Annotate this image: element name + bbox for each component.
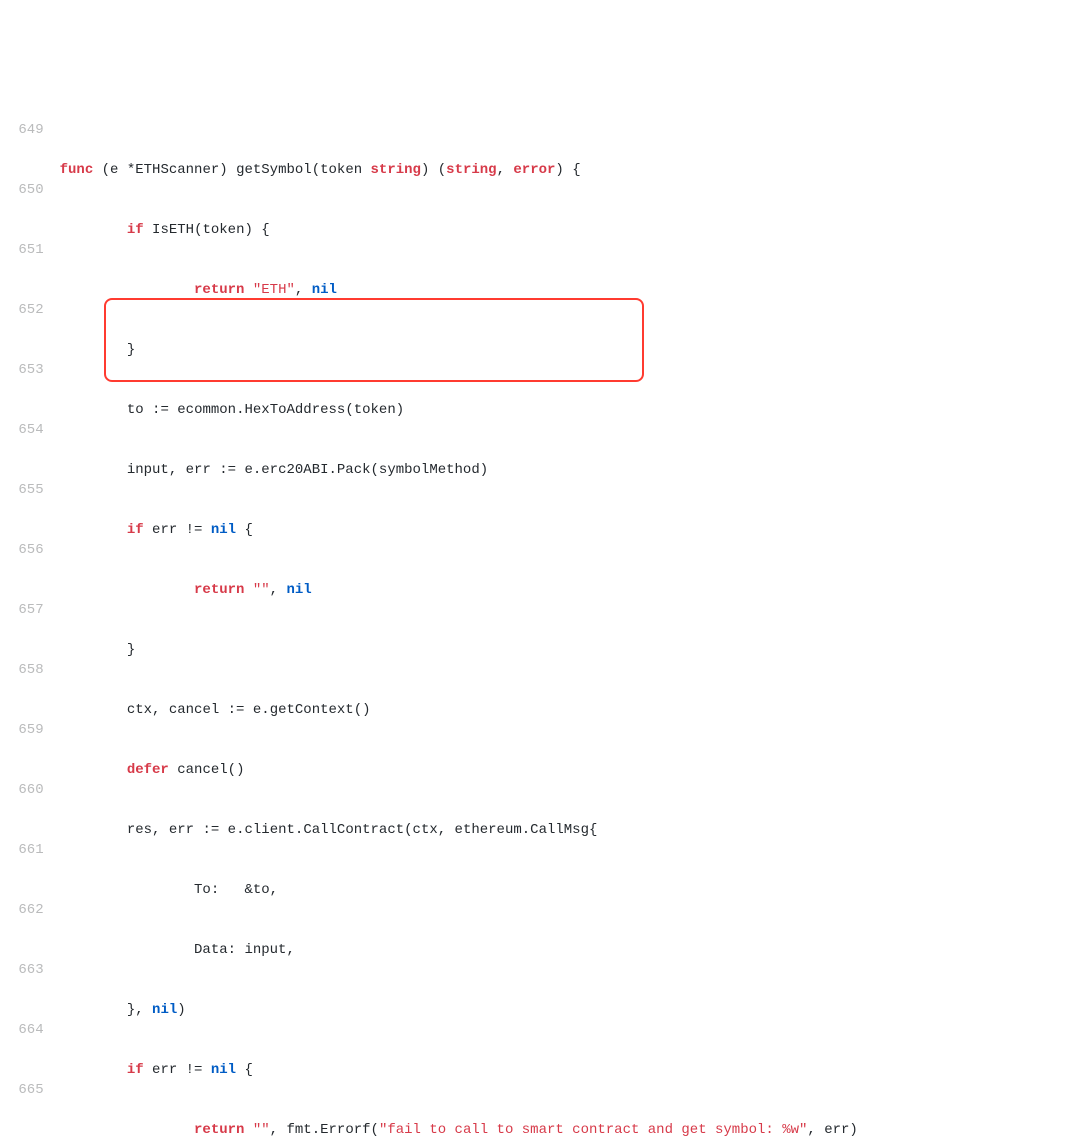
code-line[interactable]: } [60, 640, 1080, 660]
code-line[interactable]: func (e *ETHScanner) getSymbol(token str… [60, 160, 1080, 180]
code-line[interactable]: To: &to, [60, 880, 1080, 900]
line-number: 660 [10, 780, 44, 800]
code-view: 649 650 651 652 653 654 655 656 657 658 … [0, 80, 1080, 1144]
code-line[interactable]: if err != nil { [60, 520, 1080, 540]
code-line[interactable]: defer cancel() [60, 760, 1080, 780]
code-line[interactable]: to := ecommon.HexToAddress(token) [60, 400, 1080, 420]
line-number: 666 [10, 1140, 44, 1144]
code-line[interactable]: }, nil) [60, 1000, 1080, 1020]
line-number: 661 [10, 840, 44, 860]
code-line[interactable]: Data: input, [60, 940, 1080, 960]
line-number-gutter: 649 650 651 652 653 654 655 656 657 658 … [0, 80, 60, 1144]
line-number: 657 [10, 600, 44, 620]
line-number: 658 [10, 660, 44, 680]
line-number: 649 [10, 120, 44, 140]
code-line[interactable]: return "", nil [60, 580, 1080, 600]
line-number: 665 [10, 1080, 44, 1100]
code-area[interactable]: func (e *ETHScanner) getSymbol(token str… [60, 80, 1080, 1144]
code-line[interactable]: if err != nil { [60, 1060, 1080, 1080]
line-number: 656 [10, 540, 44, 560]
line-number: 663 [10, 960, 44, 980]
code-line[interactable]: return "", fmt.Errorf("fail to call to s… [60, 1120, 1080, 1140]
code-line[interactable]: if IsETH(token) { [60, 220, 1080, 240]
line-number: 655 [10, 480, 44, 500]
code-line[interactable]: input, err := e.erc20ABI.Pack(symbolMeth… [60, 460, 1080, 480]
code-line[interactable]: return "ETH", nil [60, 280, 1080, 300]
line-number: 651 [10, 240, 44, 260]
line-number: 654 [10, 420, 44, 440]
line-number: 652 [10, 300, 44, 320]
code-line[interactable]: res, err := e.client.CallContract(ctx, e… [60, 820, 1080, 840]
line-number: 662 [10, 900, 44, 920]
line-number: 653 [10, 360, 44, 380]
line-number: 664 [10, 1020, 44, 1040]
line-number: 650 [10, 180, 44, 200]
line-number: 659 [10, 720, 44, 740]
code-line[interactable]: } [60, 340, 1080, 360]
code-line[interactable]: ctx, cancel := e.getContext() [60, 700, 1080, 720]
